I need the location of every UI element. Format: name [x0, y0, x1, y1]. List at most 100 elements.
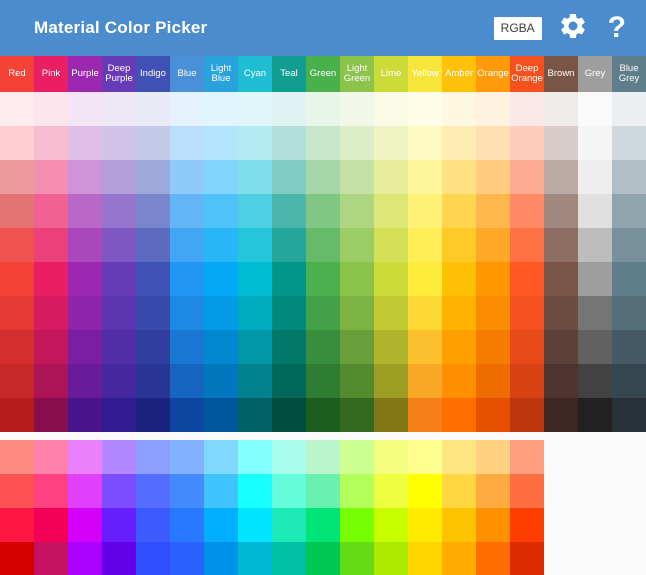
gear-icon[interactable]	[558, 11, 588, 46]
swatch-yellow-200[interactable]	[408, 160, 442, 194]
swatch-lime-A100[interactable]	[374, 440, 408, 474]
swatch-purple-100[interactable]	[68, 126, 102, 160]
swatch-teal-400[interactable]	[272, 228, 306, 262]
swatch-deep-purple-A200[interactable]	[102, 474, 136, 508]
swatch-indigo-A200[interactable]	[136, 474, 170, 508]
swatch-light-green-100[interactable]	[340, 126, 374, 160]
swatch-cyan-A400[interactable]	[238, 508, 272, 542]
swatch-red-200[interactable]	[0, 160, 34, 194]
swatch-blue-100[interactable]	[170, 126, 204, 160]
swatch-light-blue-300[interactable]	[204, 194, 238, 228]
swatch-lime-900[interactable]	[374, 398, 408, 432]
swatch-indigo-200[interactable]	[136, 160, 170, 194]
swatch-teal-50[interactable]	[272, 92, 306, 126]
swatch-blue-grey-300[interactable]	[612, 194, 646, 228]
swatch-teal-A200[interactable]	[272, 474, 306, 508]
swatch-lime-A400[interactable]	[374, 508, 408, 542]
swatch-indigo-100[interactable]	[136, 126, 170, 160]
swatch-green-A100[interactable]	[306, 440, 340, 474]
swatch-light-blue-A700[interactable]	[204, 542, 238, 575]
swatch-deep-orange-600[interactable]	[510, 296, 544, 330]
swatch-orange-A400[interactable]	[476, 508, 510, 542]
swatch-amber-A200[interactable]	[442, 474, 476, 508]
swatch-cyan-A700[interactable]	[238, 542, 272, 575]
swatch-pink-A700[interactable]	[34, 542, 68, 575]
swatch-amber-600[interactable]	[442, 296, 476, 330]
swatch-deep-orange-700[interactable]	[510, 330, 544, 364]
swatch-yellow-500[interactable]	[408, 262, 442, 296]
swatch-yellow-800[interactable]	[408, 364, 442, 398]
swatch-deep-purple-A700[interactable]	[102, 542, 136, 575]
swatch-indigo-800[interactable]	[136, 364, 170, 398]
color-family-header-blue[interactable]: Blue	[170, 56, 204, 92]
swatch-teal-100[interactable]	[272, 126, 306, 160]
swatch-pink-100[interactable]	[34, 126, 68, 160]
swatch-blue-grey-800[interactable]	[612, 364, 646, 398]
color-family-header-teal[interactable]: Teal	[272, 56, 306, 92]
swatch-cyan-50[interactable]	[238, 92, 272, 126]
swatch-blue-grey-700[interactable]	[612, 330, 646, 364]
swatch-blue-grey-100[interactable]	[612, 126, 646, 160]
swatch-blue-300[interactable]	[170, 194, 204, 228]
swatch-brown-100[interactable]	[544, 126, 578, 160]
swatch-light-blue-100[interactable]	[204, 126, 238, 160]
swatch-grey-100[interactable]	[578, 126, 612, 160]
swatch-amber-400[interactable]	[442, 228, 476, 262]
swatch-indigo-A400[interactable]	[136, 508, 170, 542]
color-family-header-orange[interactable]: Orange	[476, 56, 510, 92]
swatch-purple-600[interactable]	[68, 296, 102, 330]
swatch-deep-orange-A400[interactable]	[510, 508, 544, 542]
swatch-brown-700[interactable]	[544, 330, 578, 364]
swatch-lime-50[interactable]	[374, 92, 408, 126]
swatch-blue-900[interactable]	[170, 398, 204, 432]
swatch-red-A700[interactable]	[0, 542, 34, 575]
swatch-orange-600[interactable]	[476, 296, 510, 330]
swatch-amber-A400[interactable]	[442, 508, 476, 542]
swatch-orange-700[interactable]	[476, 330, 510, 364]
swatch-blue-50[interactable]	[170, 92, 204, 126]
swatch-light-green-500[interactable]	[340, 262, 374, 296]
swatch-brown-600[interactable]	[544, 296, 578, 330]
swatch-green-700[interactable]	[306, 330, 340, 364]
swatch-light-blue-200[interactable]	[204, 160, 238, 194]
swatch-green-500[interactable]	[306, 262, 340, 296]
swatch-orange-800[interactable]	[476, 364, 510, 398]
swatch-grey-500[interactable]	[578, 262, 612, 296]
swatch-orange-400[interactable]	[476, 228, 510, 262]
swatch-cyan-400[interactable]	[238, 228, 272, 262]
swatch-brown-900[interactable]	[544, 398, 578, 432]
swatch-blue-200[interactable]	[170, 160, 204, 194]
color-family-header-amber[interactable]: Amber	[442, 56, 476, 92]
swatch-light-green-A100[interactable]	[340, 440, 374, 474]
swatch-cyan-700[interactable]	[238, 330, 272, 364]
swatch-pink-50[interactable]	[34, 92, 68, 126]
swatch-deep-purple-300[interactable]	[102, 194, 136, 228]
swatch-yellow-700[interactable]	[408, 330, 442, 364]
swatch-amber-300[interactable]	[442, 194, 476, 228]
swatch-light-green-A700[interactable]	[340, 542, 374, 575]
swatch-amber-900[interactable]	[442, 398, 476, 432]
swatch-light-blue-50[interactable]	[204, 92, 238, 126]
color-family-header-lime[interactable]: Lime	[374, 56, 408, 92]
swatch-grey-50[interactable]	[578, 92, 612, 126]
swatch-pink-600[interactable]	[34, 296, 68, 330]
swatch-red-A100[interactable]	[0, 440, 34, 474]
swatch-light-green-800[interactable]	[340, 364, 374, 398]
swatch-brown-400[interactable]	[544, 228, 578, 262]
swatch-lime-400[interactable]	[374, 228, 408, 262]
swatch-yellow-400[interactable]	[408, 228, 442, 262]
swatch-grey-600[interactable]	[578, 296, 612, 330]
swatch-blue-500[interactable]	[170, 262, 204, 296]
swatch-cyan-100[interactable]	[238, 126, 272, 160]
swatch-deep-orange-400[interactable]	[510, 228, 544, 262]
swatch-deep-purple-400[interactable]	[102, 228, 136, 262]
swatch-lime-800[interactable]	[374, 364, 408, 398]
swatch-amber-A100[interactable]	[442, 440, 476, 474]
swatch-green-A200[interactable]	[306, 474, 340, 508]
swatch-indigo-50[interactable]	[136, 92, 170, 126]
swatch-light-blue-A100[interactable]	[204, 440, 238, 474]
rgba-format-button[interactable]: RGBA	[493, 16, 542, 40]
swatch-light-green-50[interactable]	[340, 92, 374, 126]
swatch-blue-A200[interactable]	[170, 474, 204, 508]
swatch-blue-800[interactable]	[170, 364, 204, 398]
